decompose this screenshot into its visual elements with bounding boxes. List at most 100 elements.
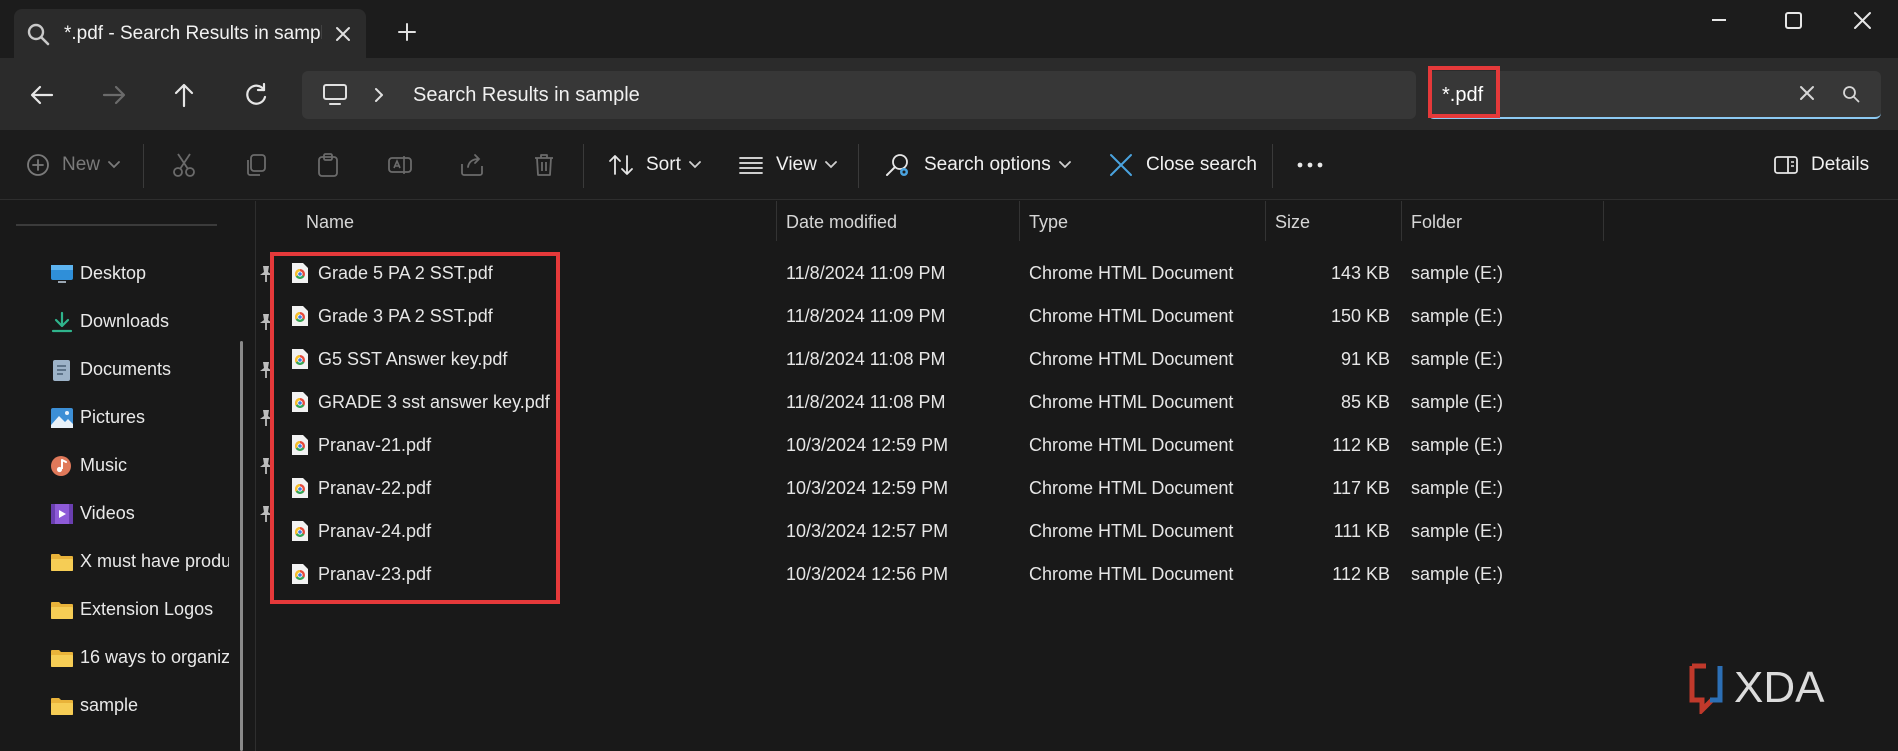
toolbar-separator <box>143 144 144 188</box>
column-header-date[interactable]: Date modified <box>786 212 897 233</box>
sidebar-item-desktop[interactable]: Desktop <box>50 259 272 289</box>
navigation-pane: Desktop Downloads Documents Pictures Mus… <box>0 201 272 751</box>
column-header-type[interactable]: Type <box>1029 212 1068 233</box>
sidebar-item-label: X must have productivity <box>80 551 229 571</box>
rename-icon[interactable] <box>387 152 413 178</box>
file-type: Chrome HTML Document <box>1029 435 1234 455</box>
sidebar-item-x-must-have[interactable]: X must have productivity <box>50 547 230 577</box>
breadcrumb[interactable]: Search Results in sample <box>413 84 640 107</box>
refresh-icon[interactable] <box>240 79 272 111</box>
file-folder: sample (E:) <box>1411 564 1504 584</box>
details-button[interactable]: Details <box>1773 130 1869 200</box>
more-options-icon[interactable] <box>1296 152 1324 178</box>
sort-icon <box>608 153 634 177</box>
file-size: 112 KB <box>1332 435 1390 455</box>
chevron-down-icon <box>108 161 120 169</box>
sidebar-item-label: sample <box>80 695 139 715</box>
close-window-icon[interactable] <box>1842 8 1884 50</box>
sidebar-item-music[interactable]: Music <box>50 451 272 481</box>
file-size: 91 KB <box>1340 349 1390 369</box>
search-options-label: Search options <box>924 154 1051 175</box>
column-divider[interactable] <box>1603 201 1604 241</box>
sidebar-item-label: Music <box>80 455 128 475</box>
sidebar-item-label: Extension Logos <box>80 599 214 619</box>
back-arrow-icon[interactable] <box>26 79 58 111</box>
column-header-name[interactable]: Name <box>306 212 354 233</box>
delete-icon[interactable] <box>531 152 557 178</box>
sort-button[interactable]: Sort <box>608 130 701 200</box>
file-type: Chrome HTML Document <box>1029 306 1234 326</box>
address-bar[interactable]: Search Results in sample <box>302 71 1416 119</box>
folder-icon <box>50 695 74 717</box>
cut-icon[interactable] <box>171 152 197 178</box>
file-date: 10/3/2024 12:59 PM <box>786 478 949 498</box>
file-type: Chrome HTML Document <box>1029 478 1234 498</box>
xda-watermark-logo: XDA <box>1688 660 1868 714</box>
share-icon[interactable] <box>459 152 485 178</box>
file-date: 11/8/2024 11:08 PM <box>786 392 946 412</box>
chevron-down-icon <box>1058 161 1071 169</box>
search-icon[interactable] <box>1842 85 1860 103</box>
file-type: Chrome HTML Document <box>1029 263 1234 283</box>
view-button[interactable]: View <box>738 130 837 200</box>
search-options-icon <box>884 151 912 179</box>
pictures-icon <box>50 407 74 429</box>
search-options-button[interactable]: Search options <box>884 130 1071 200</box>
column-divider[interactable] <box>1401 201 1402 241</box>
file-size: 143 KB <box>1330 263 1390 283</box>
sidebar-item-label: Pictures <box>80 407 146 427</box>
forward-arrow-icon[interactable] <box>98 79 130 111</box>
column-divider[interactable] <box>1265 201 1266 241</box>
file-size: 111 KB <box>1333 521 1390 541</box>
view-label: View <box>776 154 817 175</box>
view-list-icon <box>738 154 764 176</box>
file-date: 11/8/2024 11:09 PM <box>786 263 946 283</box>
maximize-icon[interactable] <box>1773 8 1815 50</box>
sidebar-scrollbar[interactable] <box>240 341 243 751</box>
chevron-right-icon[interactable] <box>372 87 386 103</box>
file-folder: sample (E:) <box>1411 392 1504 412</box>
folder-icon <box>50 551 74 573</box>
sidebar-item-label: Desktop <box>80 263 147 283</box>
close-tab-icon[interactable] <box>330 21 356 47</box>
minimize-icon[interactable] <box>1698 8 1740 50</box>
file-folder: sample (E:) <box>1411 306 1504 326</box>
copy-icon[interactable] <box>243 152 269 178</box>
sidebar-item-videos[interactable]: Videos <box>50 499 272 529</box>
sidebar-item-16-ways[interactable]: 16 ways to organize <box>50 643 230 673</box>
folder-icon <box>50 647 74 669</box>
search-icon <box>26 22 50 46</box>
title-bar: *.pdf - Search Results in sample <box>0 0 1898 58</box>
sidebar-item-extension-logos[interactable]: Extension Logos <box>50 595 230 625</box>
sidebar-item-documents[interactable]: Documents <box>50 355 272 385</box>
column-divider[interactable] <box>776 201 777 241</box>
desktop-icon <box>50 263 74 285</box>
sidebar-item-downloads[interactable]: Downloads <box>50 307 272 337</box>
column-header-size[interactable]: Size <box>1275 212 1310 233</box>
sidebar-item-sample[interactable]: sample <box>50 691 230 721</box>
file-folder: sample (E:) <box>1411 478 1504 498</box>
up-arrow-icon[interactable] <box>168 79 200 111</box>
paste-icon[interactable] <box>315 152 341 178</box>
column-divider[interactable] <box>1019 201 1020 241</box>
file-folder: sample (E:) <box>1411 263 1504 283</box>
close-search-button[interactable]: Close search <box>1108 130 1257 200</box>
file-folder: sample (E:) <box>1411 349 1504 369</box>
tab-search-results[interactable]: *.pdf - Search Results in sample <box>14 9 366 58</box>
sort-label: Sort <box>646 154 681 175</box>
sidebar-item-pictures[interactable]: Pictures <box>50 403 272 433</box>
toolbar-separator <box>858 144 859 188</box>
document-icon <box>50 359 74 381</box>
search-highlight-box <box>1428 66 1500 118</box>
file-date: 10/3/2024 12:57 PM <box>786 521 949 541</box>
music-icon <box>50 455 74 477</box>
column-header-folder[interactable]: Folder <box>1411 212 1462 233</box>
new-button[interactable]: New <box>26 130 120 200</box>
file-type: Chrome HTML Document <box>1029 521 1234 541</box>
file-size: 85 KB <box>1340 392 1390 412</box>
sidebar-item-label: 16 ways to organize <box>80 647 229 667</box>
file-size: 112 KB <box>1332 564 1390 584</box>
clear-search-icon[interactable] <box>1798 84 1816 102</box>
new-tab-plus-icon[interactable] <box>395 20 419 44</box>
file-date: 11/8/2024 11:08 PM <box>786 349 946 369</box>
